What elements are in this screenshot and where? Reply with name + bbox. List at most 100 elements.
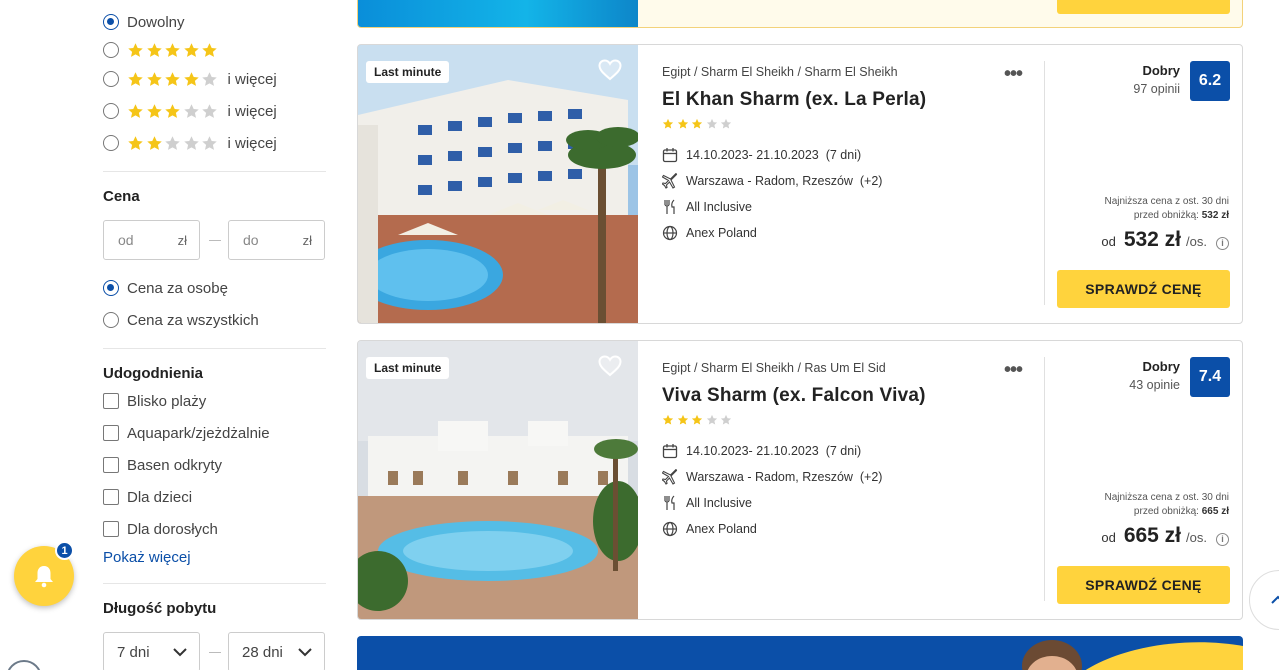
radio-stars[interactable] [103,71,119,87]
chevron-down-icon [298,647,312,656]
duration-max-select[interactable]: 28 dni [228,632,325,670]
amenity-option[interactable]: Basen odkryty [103,454,222,476]
cutlery-icon [662,495,678,511]
destination-breadcrumb[interactable]: Egipt / Sharm El Sheikh / Sharm El Sheik… [662,65,898,79]
departure-extra[interactable]: (+2) [860,174,883,188]
info-icon[interactable]: i [1216,236,1229,250]
checkbox[interactable] [103,457,119,473]
before-discount-row: przed obniżką: 532 zł [1104,209,1229,223]
checkbox[interactable] [103,425,119,441]
hotel-photo[interactable]: Last minute [358,341,638,619]
calendar-icon [662,443,678,459]
show-more-link[interactable]: Pokaż więcej [103,549,191,566]
arrow-up-icon [1271,595,1279,604]
checkbox[interactable] [103,521,119,537]
star-rating [127,42,220,59]
star-filled-icon [128,42,143,57]
and-more-label: i więcej [227,70,277,88]
review-count[interactable]: 97 opinii [1133,82,1180,96]
stars-any-label: Dowolny [127,13,185,31]
radio-per-person[interactable] [103,280,119,296]
price-per-all-option[interactable]: Cena za wszystkich [103,309,259,331]
stars-4-option[interactable]: i więcej [103,68,277,90]
star-empty-icon [706,118,717,129]
promo-banner[interactable] [357,636,1243,670]
hotel-name[interactable]: El Khan Sharm (ex. La Perla) [662,89,926,111]
operator-row: Anex Poland [662,521,757,537]
offer-image[interactable] [358,0,638,27]
check-price-button[interactable] [1057,0,1230,14]
radio-stars[interactable] [103,42,119,58]
lowest-price-note: Najniższa cena z ost. 30 dni przed obniżk… [1104,491,1229,519]
check-price-button[interactable]: SPRAWDŹ CENĘ [1057,270,1230,308]
chat-button[interactable] [6,660,42,670]
stars-any-option[interactable]: Dowolny [103,11,185,33]
departure-row: Warszawa - Radom, Rzeszów (+2) [662,173,882,189]
star-filled-icon [128,103,143,118]
amenity-label: Blisko plaży [127,392,207,410]
amenity-label: Aquapark/zjeżdżalnie [127,424,270,442]
nights-text: (7 dni) [825,444,862,458]
more-options-icon[interactable]: ••• [1004,63,1023,86]
radio-per-all[interactable] [103,312,119,328]
hotel-star-rating [662,118,735,130]
lowest-price-note-text: Najniższa cena z ost. 30 dni [1104,196,1229,207]
rating-word: Dobry [1142,63,1180,78]
destination-breadcrumb[interactable]: Egipt / Sharm El Sheikh / Ras Um El Sid [662,361,886,375]
divider [103,583,326,584]
amenity-option[interactable]: Blisko plaży [103,390,206,412]
offer-card[interactable]: Last minute Egipt / Sharm El Sheikh / Ra… [357,340,1243,620]
and-more-label: i więcej [227,134,277,152]
star-filled-icon [165,42,180,57]
duration-max-value: 28 dni [242,643,283,661]
bell-icon [35,566,53,588]
star-empty-icon [202,71,217,86]
star-empty-icon [183,103,199,118]
radio-any[interactable] [103,14,119,30]
review-count[interactable]: 43 opinie [1129,378,1180,392]
radio-stars[interactable] [103,103,119,119]
stars-2-option[interactable]: i więcej [103,132,277,154]
plane-icon [662,173,678,189]
hotel-photo-image [358,341,638,619]
price-value: 532 zł [1123,228,1182,251]
duration-min-select[interactable]: 7 dni [103,632,200,670]
checkbox[interactable] [103,393,119,409]
departure-extra[interactable]: (+2) [860,470,883,484]
star-rating [127,135,220,152]
stars-3-option[interactable]: i więcej [103,100,277,122]
offer-card[interactable]: Last minute Egipt / Sharm El Sheikh / Sh… [357,44,1243,324]
price-per-person-option[interactable]: Cena za osobę [103,277,228,299]
price-from-label: od [1101,530,1116,545]
heart-icon[interactable] [598,355,622,377]
hotel-name[interactable]: Viva Sharm (ex. Falcon Viva) [662,385,926,407]
info-icon[interactable]: i [1216,532,1229,546]
price-from-input[interactable]: od zł [103,220,200,260]
amenity-option[interactable]: Dla dzieci [103,486,192,508]
check-price-button[interactable]: SPRAWDŹ CENĘ [1057,566,1230,604]
star-filled-icon [662,118,674,129]
star-filled-icon [183,71,199,86]
amenities-section-title: Udogodnienia [103,365,203,382]
star-filled-icon [146,103,162,118]
more-options-icon[interactable]: ••• [1004,359,1023,382]
stars-5-option[interactable] [103,39,220,61]
heart-icon[interactable] [598,59,622,81]
hotel-photo[interactable]: Last minute [358,45,638,323]
price-to-input[interactable]: do zł [228,220,325,260]
dates-row: 14.10.2023- 21.10.2023 (7 dni) [662,443,861,459]
scroll-to-top-button[interactable] [1249,570,1279,630]
before-discount-row: przed obniżką: 665 zł [1104,505,1229,519]
before-discount-value: 665 zł [1201,506,1229,517]
star-empty-icon [720,414,732,425]
currency-label: zł [177,232,187,248]
board-row: All Inclusive [662,495,752,511]
radio-stars[interactable] [103,135,119,151]
amenity-label: Dla dzieci [127,488,193,506]
checkbox[interactable] [103,489,119,505]
price-per-label: /os. [1186,234,1207,249]
departure-row: Warszawa - Radom, Rzeszów (+2) [662,469,882,485]
before-discount-label: przed obniżką: [1133,506,1199,517]
amenity-option[interactable]: Aquapark/zjeżdżalnie [103,422,270,444]
amenity-option[interactable]: Dla dorosłych [103,518,218,540]
